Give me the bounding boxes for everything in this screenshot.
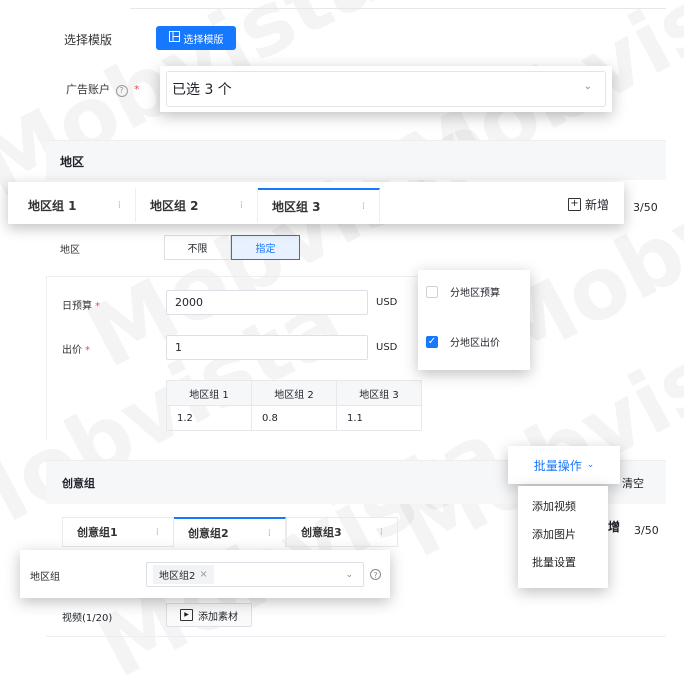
tab-creative-group-2[interactable]: 创意组2 ⁞ — [174, 517, 286, 547]
region-label: 地区 — [60, 245, 80, 256]
region-group-select[interactable]: 地区组2 × ⌄ — [146, 562, 364, 587]
video-label: 视频(1/20) — [62, 613, 113, 624]
menu-item-add-image[interactable]: 添加图片 — [518, 520, 608, 548]
creative-group-count: 3/50 — [634, 524, 659, 537]
menu-item-batch-settings[interactable]: 批量设置 — [518, 548, 608, 576]
template-label: 选择模版 — [64, 33, 113, 47]
split-bid-option[interactable]: ✓ 分地区出价 — [426, 334, 500, 349]
top-divider — [130, 8, 666, 9]
region-bid-table: 地区组 1 地区组 2 地区组 3 1.2 0.8 1.1 — [166, 380, 422, 431]
region-toggle-specified[interactable]: 指定 — [231, 235, 300, 260]
region-toggle-unlimited[interactable]: 不限 — [164, 235, 231, 260]
table-cell[interactable]: 0.8 — [251, 405, 337, 431]
chevron-down-icon: ⌄ — [586, 460, 595, 470]
bid-unit: USD — [376, 342, 398, 353]
help-icon: ? — [115, 85, 128, 97]
ad-account-label: 广告账户 ? * — [66, 83, 140, 97]
region-group-tag: 地区组2 × — [153, 565, 214, 584]
daily-budget-label: 日预算 * — [62, 301, 100, 312]
bottom-divider — [46, 636, 666, 637]
add-region-group-button[interactable]: + 新增 — [568, 196, 609, 213]
bid-input[interactable]: 1 — [166, 335, 368, 360]
region-tab-bar: 地区组 1 ⁞ 地区组 2 ⁞ 地区组 3 ⁞ + 新增 — [8, 182, 624, 224]
daily-budget-input[interactable]: 2000 — [166, 290, 368, 315]
checkbox-checked[interactable]: ✓ — [426, 335, 438, 348]
tab-creative-group-1[interactable]: 创意组1 ⁞ — [62, 517, 174, 547]
tab-region-group-3[interactable]: 地区组 3 ⁞ — [258, 188, 380, 222]
region-section-header — [46, 140, 666, 180]
ad-account-select[interactable]: 已选 3 个 ⌄ — [160, 66, 612, 112]
creative-tab-bar: 创意组1 ⁞ 创意组2 ⁞ 创意组3 ⁞ — [62, 517, 402, 547]
bid-label: 出价 * — [62, 345, 90, 356]
tab-region-group-1[interactable]: 地区组 1 ⁞ — [8, 188, 136, 222]
help-icon: ? — [370, 569, 381, 580]
ad-account-value: 已选 3 个 — [172, 82, 232, 98]
table-cell[interactable]: 1.1 — [336, 405, 422, 431]
split-budget-option[interactable]: 分地区预算 — [426, 284, 500, 299]
creative-section-title: 创意组 — [62, 477, 95, 490]
daily-budget-unit: USD — [376, 297, 398, 308]
batch-operations-menu: 添加视频 添加图片 批量设置 — [518, 486, 608, 588]
split-options-popup: 分地区预算 ✓ 分地区出价 — [418, 270, 530, 370]
table-header: 地区组 1 — [166, 380, 252, 406]
select-template-label: 选择模版 — [183, 34, 224, 46]
region-group-count: 3/50 — [633, 201, 658, 214]
video-icon: ▶ — [180, 609, 193, 621]
chevron-down-icon: ⌄ — [345, 569, 353, 580]
tab-creative-group-3[interactable]: 创意组3 ⁞ — [286, 517, 398, 547]
add-creative-partial[interactable]: 增 — [608, 518, 620, 535]
region-group-row: 地区组 地区组2 × ⌄ ? — [20, 550, 390, 598]
table-cell[interactable]: 1.2 — [166, 405, 252, 431]
close-icon[interactable]: × — [199, 569, 207, 580]
add-material-button[interactable]: ▶ 添加素材 — [166, 603, 252, 627]
select-template-button[interactable]: 选择模版 — [156, 26, 236, 50]
table-header: 地区组 3 — [336, 380, 422, 406]
region-group-label: 地区组 — [30, 572, 60, 583]
region-section-title: 地区 — [60, 155, 85, 169]
table-header: 地区组 2 — [251, 380, 337, 406]
required-mark: * — [134, 83, 140, 96]
tab-region-group-2[interactable]: 地区组 2 ⁞ — [136, 188, 258, 222]
add-icon: + — [568, 198, 581, 211]
clear-button[interactable]: 清空 — [622, 475, 644, 491]
menu-item-add-video[interactable]: 添加视频 — [518, 492, 608, 520]
checkbox[interactable] — [426, 285, 438, 298]
batch-operations-button[interactable]: 批量操作 ⌄ — [508, 446, 620, 484]
chevron-down-icon: ⌄ — [583, 81, 592, 92]
template-icon — [168, 31, 180, 45]
